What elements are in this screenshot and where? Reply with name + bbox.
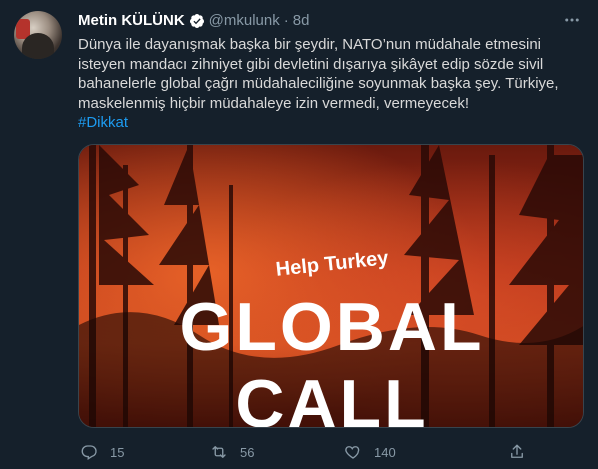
hashtag-link[interactable]: #Dikkat bbox=[78, 113, 586, 133]
media-headline-1: GLOBAL bbox=[179, 289, 484, 365]
header-separator: · bbox=[283, 12, 289, 29]
verified-badge-icon bbox=[189, 13, 205, 29]
heart-icon bbox=[345, 446, 360, 459]
media-artwork: Help Turkey GLOBAL CALL bbox=[79, 145, 583, 428]
tweet-body: Dünya ile dayanışmak başka bir şeydir, N… bbox=[78, 36, 559, 112]
media-headline-2: CALL bbox=[235, 366, 428, 428]
tweet-actions: 15 56 140 bbox=[78, 442, 598, 462]
share-icon bbox=[511, 444, 523, 458]
author-handle[interactable]: @mkulunk bbox=[209, 12, 280, 29]
avatar[interactable] bbox=[14, 11, 62, 59]
tweet-card[interactable]: Metin KÜLÜNK @mkulunk · 8d Dünya ile day… bbox=[0, 0, 598, 469]
share-button[interactable] bbox=[508, 442, 526, 462]
like-count: 140 bbox=[374, 444, 396, 460]
reply-icon bbox=[81, 445, 97, 460]
retweet-count: 56 bbox=[240, 444, 255, 460]
tweet-text: Dünya ile dayanışmak başka bir şeydir, N… bbox=[78, 35, 586, 133]
avatar-flag bbox=[16, 19, 30, 39]
retweet-button[interactable]: 56 bbox=[210, 442, 254, 462]
author-name[interactable]: Metin KÜLÜNK bbox=[78, 12, 185, 29]
tweet-header: Metin KÜLÜNK @mkulunk · 8d bbox=[78, 12, 309, 29]
tweet-media-image[interactable]: Help Turkey GLOBAL CALL bbox=[78, 144, 584, 428]
tweet-timestamp[interactable]: 8d bbox=[293, 12, 310, 29]
more-icon[interactable] bbox=[560, 10, 584, 30]
like-button[interactable]: 140 bbox=[344, 442, 396, 462]
reply-button[interactable]: 15 bbox=[80, 442, 124, 462]
reply-count: 15 bbox=[110, 444, 125, 460]
retweet-icon bbox=[212, 446, 226, 458]
